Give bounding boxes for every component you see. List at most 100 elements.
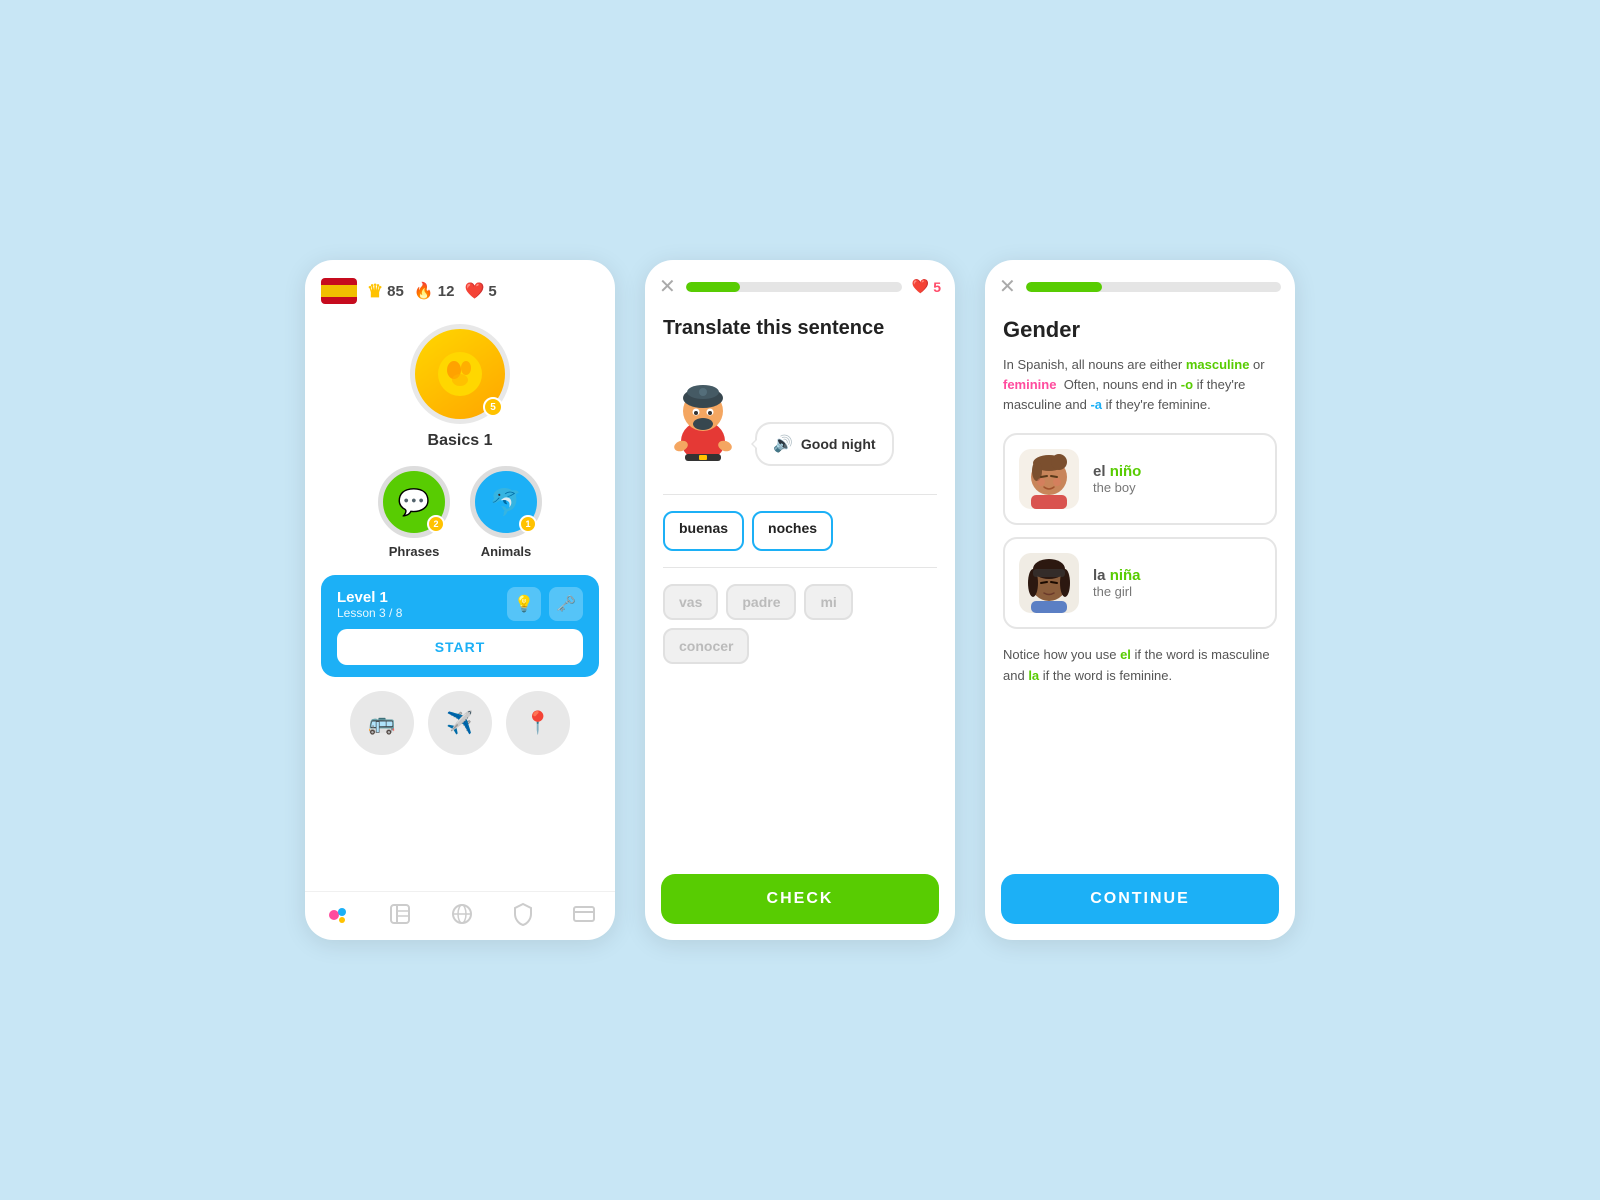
- close-button[interactable]: ✕: [659, 274, 676, 299]
- shield-icon: [512, 902, 534, 926]
- home-content: 5 Basics 1 💬 2 Phrases 🐬 1 Anim: [305, 314, 615, 891]
- key-button[interactable]: 🗝️: [549, 587, 583, 621]
- nav-book[interactable]: [388, 902, 412, 928]
- level-name: Level 1: [337, 589, 402, 606]
- basics-label: Basics 1: [428, 432, 493, 450]
- locked-lesson-1: 🚌: [350, 691, 414, 755]
- heart-count: 5: [488, 283, 496, 300]
- gender-screen: ✕ Gender In Spanish, all nouns are eithe…: [985, 260, 1295, 940]
- el-note-highlight: el: [1120, 647, 1131, 662]
- phrases-emoji: 💬: [398, 487, 430, 518]
- phrases-label: Phrases: [389, 544, 440, 559]
- character-illustration: [663, 356, 743, 466]
- lightbulb-button[interactable]: 💡: [507, 587, 541, 621]
- flag-middle: [321, 285, 357, 296]
- locked-lessons-row: 🚌 ✈️ 📍: [350, 691, 570, 755]
- crown-icon: ♛: [367, 281, 383, 302]
- progress-fill-3: [1026, 282, 1103, 292]
- speech-bubble: 🔊 Good night: [755, 422, 894, 466]
- screens-container: ♛ 85 🔥 12 ❤️ 5 5: [305, 260, 1295, 940]
- boy-translation: the boy: [1093, 480, 1141, 495]
- locked-lesson-3: 📍: [506, 691, 570, 755]
- check-button[interactable]: CHECK: [661, 874, 939, 924]
- gender-top-bar: ✕: [985, 260, 1295, 307]
- word-chip-vas[interactable]: vas: [663, 584, 718, 620]
- heart-icon-2: ❤️: [912, 278, 929, 295]
- translate-body: Translate this sentence: [645, 307, 955, 864]
- word-chip-conocer[interactable]: conocer: [663, 628, 749, 664]
- selected-word-0[interactable]: buenas: [663, 511, 744, 551]
- translate-screen: ✕ ❤️ 5 Translate this sentence: [645, 260, 955, 940]
- flag-bottom: [321, 297, 357, 304]
- audio-icon[interactable]: 🔊: [773, 434, 793, 454]
- crown-count: 85: [387, 283, 404, 300]
- duolingo-logo-icon: [324, 902, 350, 928]
- progress-bar-3: [1026, 282, 1281, 292]
- o-ending-highlight: -o: [1181, 377, 1193, 392]
- divider-2: [663, 567, 937, 568]
- close-button-3[interactable]: ✕: [999, 274, 1016, 299]
- fire-stat: 🔥 12: [414, 281, 455, 301]
- translate-title: Translate this sentence: [663, 317, 937, 340]
- nav-card[interactable]: [572, 902, 596, 928]
- answer-area: buenas noches: [663, 511, 937, 551]
- crown-stat: ♛ 85: [367, 281, 404, 302]
- flag-icon: [321, 278, 357, 304]
- phrases-lesson[interactable]: 💬 2 Phrases: [378, 466, 450, 559]
- home-screen: ♛ 85 🔥 12 ❤️ 5 5: [305, 260, 615, 940]
- gender-title: Gender: [1003, 317, 1277, 343]
- speech-text: Good night: [801, 436, 876, 452]
- heart-icon: ❤️: [464, 281, 484, 301]
- gender-body: Gender In Spanish, all nouns are either …: [985, 307, 1295, 864]
- level-header: Level 1 Lesson 3 / 8 💡 🗝️: [337, 587, 583, 621]
- girl-translation: the girl: [1093, 584, 1141, 599]
- a-ending-highlight: -a: [1090, 397, 1102, 412]
- la-note-highlight: la: [1028, 668, 1039, 683]
- basics-lesson-circle[interactable]: 5: [410, 324, 510, 424]
- boy-word: el niño: [1093, 463, 1141, 480]
- globe-icon: [450, 902, 474, 926]
- boy-avatar: [1019, 449, 1079, 509]
- girl-card-text: la niña the girl: [1093, 567, 1141, 599]
- el-article: el: [1093, 463, 1110, 480]
- lesson-progress: Lesson 3 / 8: [337, 606, 402, 620]
- progress-bar: [686, 282, 902, 292]
- card-icon: [572, 902, 596, 926]
- animals-lesson[interactable]: 🐬 1 Animals: [470, 466, 542, 559]
- gender-cards: el niño the boy: [1003, 433, 1277, 629]
- sub-lessons-row: 💬 2 Phrases 🐬 1 Animals: [378, 466, 542, 559]
- word-chip-mi[interactable]: mi: [804, 584, 852, 620]
- selected-word-1[interactable]: noches: [752, 511, 833, 551]
- feminine-highlight: feminine: [1003, 377, 1056, 392]
- phrases-badge: 2: [427, 515, 445, 533]
- book-icon: [388, 902, 412, 926]
- continue-button[interactable]: CONTINUE: [1001, 874, 1279, 924]
- level-info: Level 1 Lesson 3 / 8: [337, 589, 402, 620]
- boy-avatar-image: [1019, 449, 1079, 509]
- masculine-highlight: masculine: [1186, 357, 1250, 372]
- fire-count: 12: [438, 283, 455, 300]
- start-button[interactable]: START: [337, 629, 583, 665]
- girl-avatar: [1019, 553, 1079, 613]
- word-chip-padre[interactable]: padre: [726, 584, 796, 620]
- hearts-display: ❤️ 5: [912, 278, 941, 295]
- word-bank: vas padre mi conocer: [663, 584, 937, 664]
- animals-emoji: 🐬: [490, 487, 522, 518]
- gender-note: Notice how you use el if the word is mas…: [1003, 645, 1277, 685]
- character-area: 🔊 Good night: [663, 356, 937, 466]
- animals-circle: 🐬 1: [470, 466, 542, 538]
- animals-badge: 1: [519, 515, 537, 533]
- translate-footer: CHECK: [645, 864, 955, 940]
- level-box: Level 1 Lesson 3 / 8 💡 🗝️ START: [321, 575, 599, 677]
- nav-home[interactable]: [324, 902, 350, 928]
- girl-word: la niña: [1093, 567, 1141, 584]
- nav-globe[interactable]: [450, 902, 474, 928]
- progress-fill: [686, 282, 740, 292]
- translate-top-bar: ✕ ❤️ 5: [645, 260, 955, 307]
- la-article: la: [1093, 567, 1110, 584]
- nav-shield[interactable]: [512, 902, 534, 928]
- fire-icon: 🔥: [414, 281, 434, 301]
- divider-1: [663, 494, 937, 495]
- nino-word: niño: [1110, 463, 1142, 480]
- level-icon-buttons: 💡 🗝️: [507, 587, 583, 621]
